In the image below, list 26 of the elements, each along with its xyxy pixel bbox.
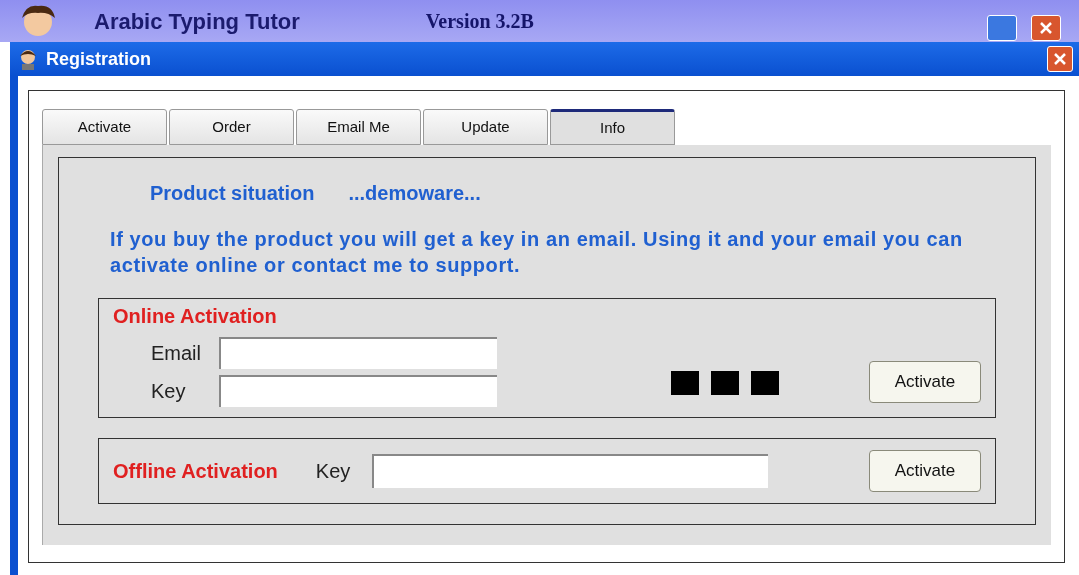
- input-field[interactable]: [372, 454, 769, 488]
- product-situation-value: ...demoware...: [348, 181, 481, 206]
- tab[interactable]: Order: [169, 109, 294, 145]
- version-label: Version 3.2B: [425, 9, 534, 34]
- product-situation-label: Product situation: [150, 181, 315, 206]
- tab[interactable]: Activate: [42, 109, 167, 145]
- online-activation-title: Online Activation: [113, 304, 278, 329]
- field-label: Key: [315, 459, 351, 484]
- tab[interactable]: Email Me: [296, 109, 421, 145]
- field-label: Email: [150, 341, 202, 366]
- activate-button[interactable]: Activate: [869, 450, 981, 492]
- minimize-button[interactable]: [987, 15, 1017, 41]
- input-field[interactable]: [219, 337, 497, 369]
- app-title: Arabic Typing Tutor: [94, 7, 300, 36]
- dialog-title: Registration: [46, 47, 151, 71]
- field-label: Key: [150, 379, 187, 404]
- offline-activation-title: Offline Activation: [113, 459, 278, 484]
- activate-button[interactable]: Activate: [869, 361, 981, 403]
- close-icon: [1039, 21, 1053, 35]
- close-icon: [1053, 52, 1067, 66]
- close-button[interactable]: [1047, 46, 1073, 72]
- input-field[interactable]: [219, 375, 497, 407]
- close-button[interactable]: [1031, 15, 1061, 41]
- tab[interactable]: Info: [550, 109, 675, 145]
- info-text: If you buy the product you will get a key in an email. Using it and your email you can activate online or contact me to support.: [110, 227, 964, 278]
- tab[interactable]: Update: [423, 109, 548, 145]
